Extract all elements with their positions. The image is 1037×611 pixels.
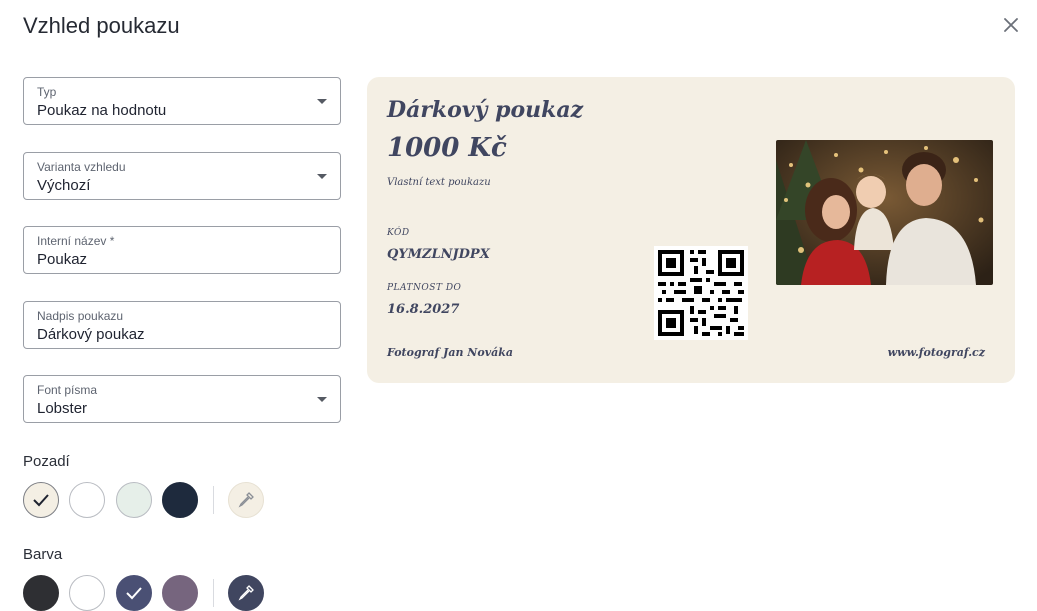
font-label: Font písma — [37, 383, 98, 397]
type-label: Typ — [37, 85, 57, 99]
voucher-validity-label: PLATNOST DO — [387, 283, 462, 293]
qr-code — [654, 246, 748, 340]
background-swatch-cream[interactable] — [23, 482, 59, 518]
background-swatch-navy[interactable] — [162, 482, 198, 518]
voucher-issuer: Fotograf Jan Nováka — [387, 346, 513, 359]
text-color-label: Barva — [23, 546, 63, 563]
background-label: Pozadí — [23, 453, 70, 470]
checkmark-icon — [126, 587, 142, 600]
text-color-swatch-white[interactable] — [69, 575, 105, 611]
divider — [213, 486, 214, 514]
internal-name-label: Interní název * — [37, 234, 115, 248]
heading-label: Nadpis poukazu — [37, 309, 124, 323]
dialog-title: Vzhled poukazu — [23, 13, 180, 38]
close-button[interactable] — [998, 12, 1024, 38]
text-color-swatch-black[interactable] — [23, 575, 59, 611]
font-select[interactable]: Font písma Lobster — [23, 375, 341, 423]
type-select[interactable]: Typ Poukaz na hodnotu — [23, 77, 341, 125]
text-color-swatch-mauve[interactable] — [162, 575, 198, 611]
heading-field[interactable]: Nadpis poukazu Dárkový poukaz — [23, 301, 341, 349]
font-value: Lobster — [37, 400, 88, 417]
variant-value: Výchozí — [37, 177, 91, 194]
voucher-photo — [776, 140, 993, 285]
voucher-amount: 1000 Kč — [387, 133, 507, 163]
chevron-down-icon — [317, 397, 327, 402]
text-color-custom-color-button[interactable] — [228, 575, 264, 611]
divider — [213, 579, 214, 607]
close-icon — [1004, 18, 1018, 32]
chevron-down-icon — [317, 99, 327, 104]
text-color-swatch-slate[interactable] — [116, 575, 152, 611]
internal-name-field[interactable]: Interní název * Poukaz — [23, 226, 341, 274]
background-custom-color-button[interactable] — [228, 482, 264, 518]
heading-value: Dárkový poukaz — [37, 326, 145, 343]
voucher-validity: 16.8.2027 — [387, 302, 460, 317]
voucher-custom-text: Vlastní text poukazu — [387, 177, 491, 188]
background-swatch-mint[interactable] — [116, 482, 152, 518]
voucher-website: www.fotograf.cz — [887, 346, 985, 359]
voucher-code-label: KÓD — [387, 228, 410, 238]
voucher-heading: Dárkový poukaz — [387, 97, 584, 123]
background-swatch-white[interactable] — [69, 482, 105, 518]
type-value: Poukaz na hodnotu — [37, 102, 167, 119]
internal-name-value: Poukaz — [37, 251, 88, 268]
variant-label: Varianta vzhledu — [37, 160, 126, 174]
chevron-down-icon — [317, 174, 327, 179]
eyedropper-icon — [238, 585, 254, 601]
voucher-preview: Dárkový poukaz 1000 Kč Vlastní text pouk… — [367, 77, 1015, 383]
variant-select[interactable]: Varianta vzhledu Výchozí — [23, 152, 341, 200]
checkmark-icon — [33, 494, 49, 507]
voucher-code: QYMZLNJDPX — [387, 247, 490, 262]
eyedropper-icon — [238, 492, 254, 508]
